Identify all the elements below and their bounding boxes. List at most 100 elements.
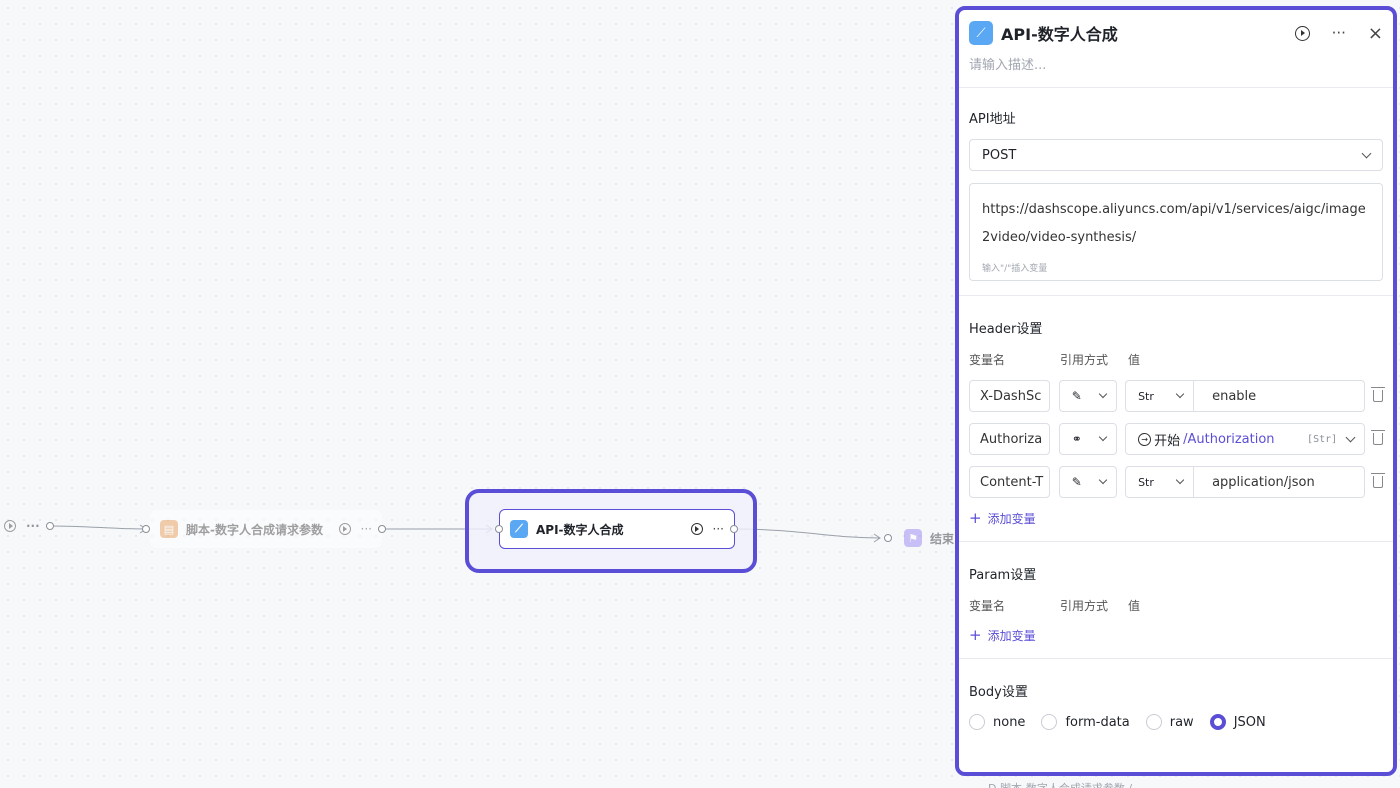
- type-label: Str: [1138, 475, 1154, 489]
- section-title: Body设置: [969, 685, 1028, 700]
- chevron-down-icon: [1098, 432, 1108, 442]
- port-out[interactable]: [46, 522, 54, 530]
- var-name-input[interactable]: X-DashSc: [969, 380, 1050, 412]
- node-api[interactable]: ⟋ API-数字人合成 ···: [499, 509, 735, 549]
- trash-icon[interactable]: [1371, 387, 1385, 402]
- chevron-down-icon: [1098, 389, 1108, 399]
- trash-icon[interactable]: [1371, 473, 1385, 488]
- edge-lines: [49, 524, 881, 543]
- method-select[interactable]: POST: [969, 139, 1383, 171]
- trash-icon[interactable]: [1371, 430, 1385, 445]
- run-icon[interactable]: [4, 520, 16, 532]
- link-icon: ⚭: [1071, 432, 1082, 446]
- ref-type: [Str]: [1307, 433, 1338, 445]
- panel-title[interactable]: API-数字人合成: [1001, 21, 1118, 45]
- section-title: Header设置: [969, 322, 1043, 337]
- url-value: https://dashscope.aliyuncs.com/api/v1/se…: [982, 202, 1366, 245]
- value-text: application/json: [1212, 474, 1315, 490]
- description-input[interactable]: 请输入描述...: [969, 54, 1383, 73]
- plus-icon: +: [969, 626, 982, 644]
- radio-circle: [1041, 714, 1058, 730]
- port-in[interactable]: [884, 534, 892, 542]
- port-in[interactable]: [142, 525, 150, 533]
- workflow-canvas[interactable]: ··· ▤ 脚本-数字人合成请求参数 ··· ⟋ API-数字人合成 ··· ⚑…: [0, 0, 954, 788]
- type-select[interactable]: Str: [1126, 467, 1195, 497]
- close-icon[interactable]: ×: [1368, 23, 1383, 44]
- radio-form-data[interactable]: form-data: [1041, 714, 1130, 730]
- script-icon: ▤: [160, 520, 178, 538]
- ref-mode-select[interactable]: ✎: [1058, 466, 1118, 498]
- radio-label: form-data: [1065, 714, 1130, 730]
- pen-icon: ✎: [1071, 389, 1082, 403]
- port-out[interactable]: [730, 525, 738, 533]
- node-script[interactable]: ▤ 脚本-数字人合成请求参数 ···: [150, 510, 382, 548]
- node-label: 脚本-数字人合成请求参数: [186, 522, 323, 537]
- port-out[interactable]: [378, 525, 386, 533]
- radio-raw[interactable]: raw: [1145, 714, 1194, 730]
- link-icon: ⟋: [510, 520, 528, 538]
- add-param-var-button[interactable]: + 添加变量: [969, 626, 1383, 644]
- url-input[interactable]: https://dashscope.aliyuncs.com/api/v1/se…: [969, 183, 1383, 281]
- body-type-radio-group: none form-data raw JSON: [969, 714, 1383, 730]
- plus-icon: +: [969, 509, 982, 527]
- radio-label: raw: [1169, 714, 1194, 730]
- method-value: POST: [982, 147, 1017, 163]
- panel-overflow-text: D 脚本-数字人合成请求参数 /: [988, 780, 1132, 788]
- add-label: 添加变量: [987, 511, 1036, 526]
- url-hint: 输入"/"插入变量: [982, 264, 1048, 274]
- ref-node: 开始: [1154, 433, 1181, 449]
- header-row: Content-T ✎ Str application/json: [969, 466, 1385, 498]
- var-name-input[interactable]: Content-T: [969, 466, 1050, 498]
- type-select[interactable]: Str: [1126, 381, 1195, 411]
- header-row: X-DashSc ✎ Str enable: [969, 380, 1385, 412]
- col-ref: 引用方式: [1060, 599, 1109, 613]
- node-end[interactable]: ⚑ 结束: [894, 519, 954, 557]
- section-title: API地址: [969, 112, 1016, 127]
- value-input[interactable]: Str application/json: [1125, 466, 1366, 498]
- add-label: 添加变量: [987, 628, 1036, 643]
- ref-mode-select[interactable]: ✎: [1058, 380, 1118, 412]
- radio-label: none: [993, 714, 1026, 730]
- ref-mode-select[interactable]: ⚭: [1058, 423, 1118, 455]
- type-label: Str: [1138, 389, 1154, 403]
- radio-label: JSON: [1233, 714, 1266, 730]
- radio-none[interactable]: none: [969, 714, 1025, 730]
- body-section: Body设置 none form-data raw JSON: [959, 659, 1393, 744]
- chevron-down-icon: [1345, 432, 1356, 442]
- node-left-partial[interactable]: ···: [0, 507, 44, 545]
- value-input[interactable]: Str enable: [1125, 380, 1366, 412]
- value-text: enable: [1212, 388, 1257, 404]
- col-name: 变量名: [969, 599, 1006, 613]
- ref-path: /Authorization: [1183, 431, 1275, 447]
- run-icon[interactable]: [338, 523, 351, 535]
- api-section: API地址 POST https://dashscope.aliyuncs.co…: [959, 88, 1393, 296]
- chevron-down-icon: [1098, 475, 1108, 485]
- more-icon[interactable]: ···: [1332, 24, 1346, 42]
- col-value: 值: [1128, 353, 1141, 367]
- more-icon[interactable]: ···: [26, 519, 40, 533]
- pen-icon: ✎: [1071, 475, 1082, 489]
- col-name: 变量名: [969, 353, 1006, 367]
- node-label: 结束: [930, 531, 955, 546]
- port-in[interactable]: [495, 525, 503, 533]
- add-header-var-button[interactable]: + 添加变量: [969, 509, 1383, 527]
- radio-json[interactable]: JSON: [1209, 714, 1266, 730]
- arrow-icon: →: [1138, 432, 1152, 446]
- node-label: API-数字人合成: [536, 522, 624, 537]
- run-icon[interactable]: [1294, 25, 1310, 41]
- run-icon[interactable]: [690, 523, 703, 535]
- link-icon: ⟋: [969, 21, 993, 45]
- value-ref-select[interactable]: → 开始 /Authorization [Str]: [1125, 423, 1366, 455]
- var-name-input[interactable]: Authoriza: [969, 423, 1050, 455]
- radio-circle-selected: [1209, 714, 1226, 730]
- col-ref: 引用方式: [1060, 353, 1109, 367]
- more-icon[interactable]: ···: [361, 522, 372, 536]
- col-value: 值: [1128, 599, 1141, 613]
- header-section: Header设置 变量名 引用方式 值 X-DashSc ✎ Str enabl…: [959, 296, 1393, 542]
- node-config-panel: ⟋ API-数字人合成 ··· × 请输入描述... API地址 POST ht…: [955, 6, 1397, 776]
- section-title: Param设置: [969, 568, 1037, 583]
- more-icon[interactable]: ···: [713, 522, 724, 536]
- chevron-down-icon: [1361, 148, 1372, 158]
- flag-icon: ⚑: [904, 529, 922, 547]
- chevron-down-icon: [1175, 475, 1185, 485]
